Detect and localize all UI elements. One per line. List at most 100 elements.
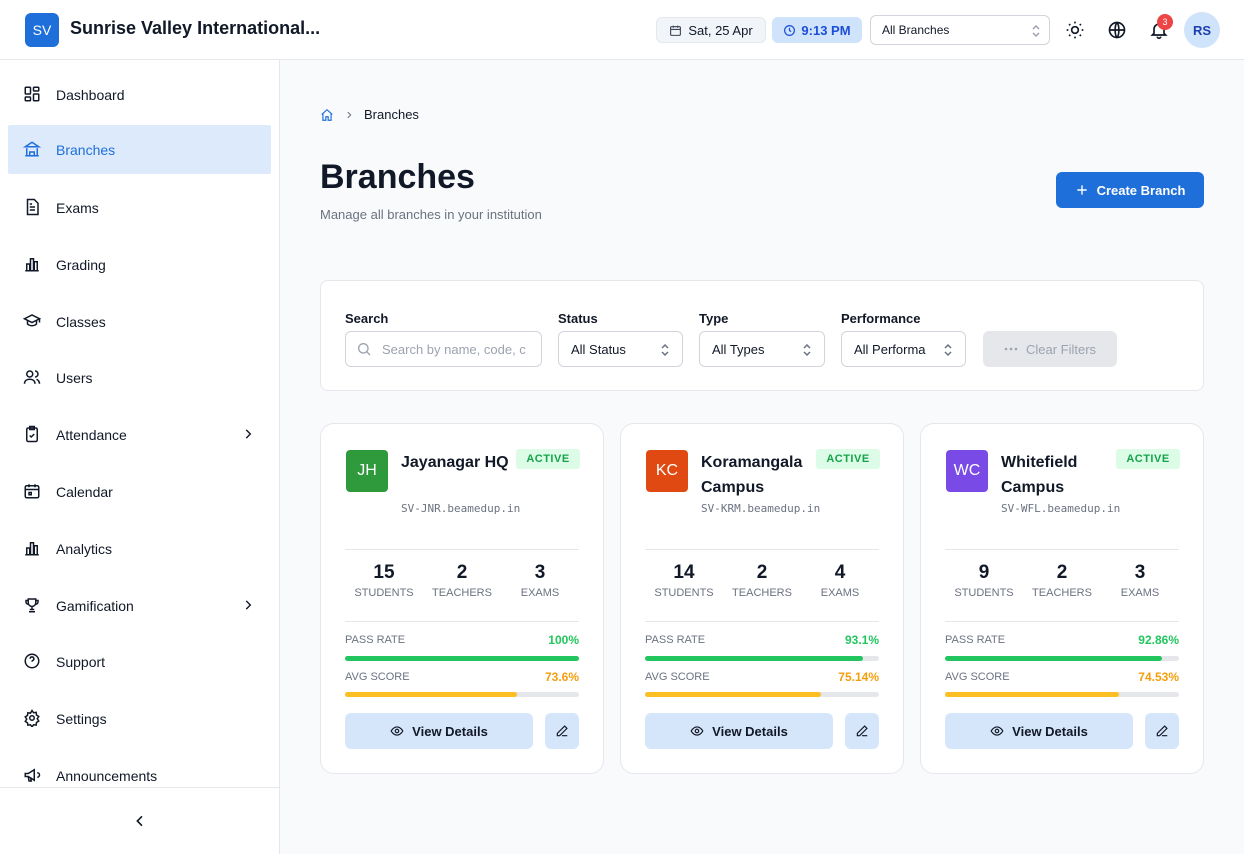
- edit-button[interactable]: [545, 713, 579, 749]
- grading-icon: [25, 258, 39, 272]
- sidebar-item-dashboard[interactable]: Dashboard: [8, 70, 271, 119]
- pass-rate-label: PASS RATE: [645, 634, 706, 646]
- avg-score-fill: [945, 692, 1120, 697]
- globe-icon[interactable]: [1107, 20, 1127, 40]
- create-branch-button[interactable]: Create Branch: [1056, 172, 1204, 208]
- edit-button[interactable]: [1145, 713, 1179, 749]
- chevron-right-icon: [245, 429, 252, 439]
- sidebar-item-gamification[interactable]: Gamification: [8, 581, 271, 630]
- pass-rate-bar: [945, 656, 1179, 661]
- clear-filters-button[interactable]: Clear Filters: [983, 331, 1117, 367]
- sidebar-item-label: Branches: [56, 141, 116, 158]
- type-select[interactable]: All Types: [699, 331, 825, 367]
- sun-icon[interactable]: [1065, 20, 1085, 40]
- avg-score-value: 73.6%: [544, 670, 579, 684]
- calendar-icon: [24, 484, 40, 499]
- users-icon: [23, 370, 41, 384]
- edit-icon: [1156, 725, 1168, 737]
- avg-score-value: 74.53%: [1138, 670, 1179, 684]
- students-count: 15: [373, 562, 395, 583]
- avg-score-bar: [345, 692, 579, 697]
- avg-score-bar: [945, 692, 1179, 697]
- teachers-stat: 2 TEACHERS: [1023, 562, 1101, 599]
- view-details-label: View Details: [1012, 723, 1088, 739]
- sidebar-item-label: Users: [56, 369, 93, 386]
- date-pill: Sat, 25 Apr: [656, 17, 766, 43]
- sidebar-item-users[interactable]: Users: [8, 353, 271, 402]
- sidebar-item-settings[interactable]: Settings: [8, 694, 271, 743]
- sidebar-item-grading[interactable]: Grading: [8, 240, 271, 289]
- plus-icon: [1076, 185, 1087, 195]
- branch-name: Koramangala Campus: [701, 454, 803, 496]
- teachers-count: 2: [456, 562, 468, 583]
- breadcrumb-current: Branches: [364, 107, 419, 122]
- view-details-label: View Details: [412, 723, 488, 739]
- sidebar-item-exams[interactable]: Exams: [8, 183, 271, 232]
- branch-name: Whitefield Campus: [1001, 454, 1078, 496]
- sidebar-item-analytics[interactable]: Analytics: [8, 524, 271, 573]
- exams-count: 3: [1134, 562, 1146, 583]
- students-count: 14: [673, 562, 695, 583]
- sidebar-item-calendar[interactable]: Calendar: [8, 467, 271, 516]
- filters-panel: Search Search by name, code, c Status Al…: [320, 280, 1204, 391]
- view-details-button[interactable]: View Details: [945, 713, 1133, 749]
- edit-icon: [856, 725, 868, 737]
- sidebar-item-support[interactable]: Support: [8, 637, 271, 686]
- exams-label: EXAMS: [1120, 587, 1160, 599]
- status-badge: ACTIVE: [1116, 449, 1180, 469]
- divider: [945, 621, 1179, 622]
- sidebar-item-label: Calendar: [56, 483, 113, 500]
- dashboard-icon: [24, 86, 40, 102]
- view-details-button[interactable]: View Details: [645, 713, 833, 749]
- sidebar-item-branches[interactable]: Branches: [8, 125, 271, 174]
- sidebar: Dashboard Branches Exams Grading Classes…: [0, 60, 280, 854]
- time-text: 9:13 PM: [801, 22, 851, 38]
- sidebar-item-classes[interactable]: Classes: [8, 297, 271, 346]
- search-input[interactable]: Search by name, code, c: [345, 331, 542, 367]
- students-label: STUDENTS: [954, 587, 1014, 599]
- students-label: STUDENTS: [354, 587, 414, 599]
- pass-rate-fill: [645, 656, 863, 661]
- branch-domain: SV-KRM.beamedup.in: [701, 502, 821, 515]
- eye-icon: [690, 726, 704, 736]
- avg-score-value: 75.14%: [838, 670, 879, 684]
- search-icon: [358, 343, 371, 356]
- performance-select[interactable]: All Performa: [841, 331, 966, 367]
- branch-select[interactable]: All Branches: [870, 15, 1050, 45]
- app-logo[interactable]: SV: [25, 13, 59, 47]
- updown-icon: [1032, 24, 1040, 38]
- gear-icon: [24, 709, 40, 727]
- status-label: Status: [558, 311, 598, 326]
- exams-label: EXAMS: [520, 587, 560, 599]
- page-subtitle: Manage all branches in your institution: [320, 207, 542, 222]
- eye-icon: [390, 726, 404, 736]
- top-bar: SV Sunrise Valley International... Sat, …: [0, 0, 1244, 60]
- students-stat: 9 STUDENTS: [945, 562, 1023, 599]
- pass-rate-value: 93.1%: [844, 633, 879, 647]
- collapse-sidebar-icon[interactable]: [132, 813, 148, 829]
- status-select[interactable]: All Status: [558, 331, 683, 367]
- divider: [645, 621, 879, 622]
- pass-rate-bar: [645, 656, 879, 661]
- divider: [645, 549, 879, 550]
- search-placeholder: Search by name, code, c: [382, 341, 526, 357]
- branch-card: WC Whitefield Campus SV-WFL.beamedup.in …: [920, 423, 1204, 774]
- exams-count: 3: [534, 562, 546, 583]
- avatar[interactable]: RS: [1184, 12, 1220, 48]
- home-icon[interactable]: [320, 108, 334, 122]
- teachers-stat: 2 TEACHERS: [423, 562, 501, 599]
- sidebar-item-attendance[interactable]: Attendance: [8, 410, 271, 459]
- teachers-label: TEACHERS: [432, 587, 492, 599]
- sidebar-item-label: Announcements: [56, 767, 158, 784]
- avg-score-fill: [345, 692, 518, 697]
- teachers-label: TEACHERS: [1032, 587, 1092, 599]
- eye-icon: [990, 726, 1004, 736]
- sidebar-item-label: Attendance: [56, 426, 127, 443]
- exams-icon: [26, 198, 39, 216]
- pass-rate-fill: [945, 656, 1163, 661]
- view-details-button[interactable]: View Details: [345, 713, 533, 749]
- search-label: Search: [345, 311, 389, 326]
- performance-value: All Performa: [854, 341, 926, 357]
- page-title: Branches: [320, 158, 475, 196]
- edit-button[interactable]: [845, 713, 879, 749]
